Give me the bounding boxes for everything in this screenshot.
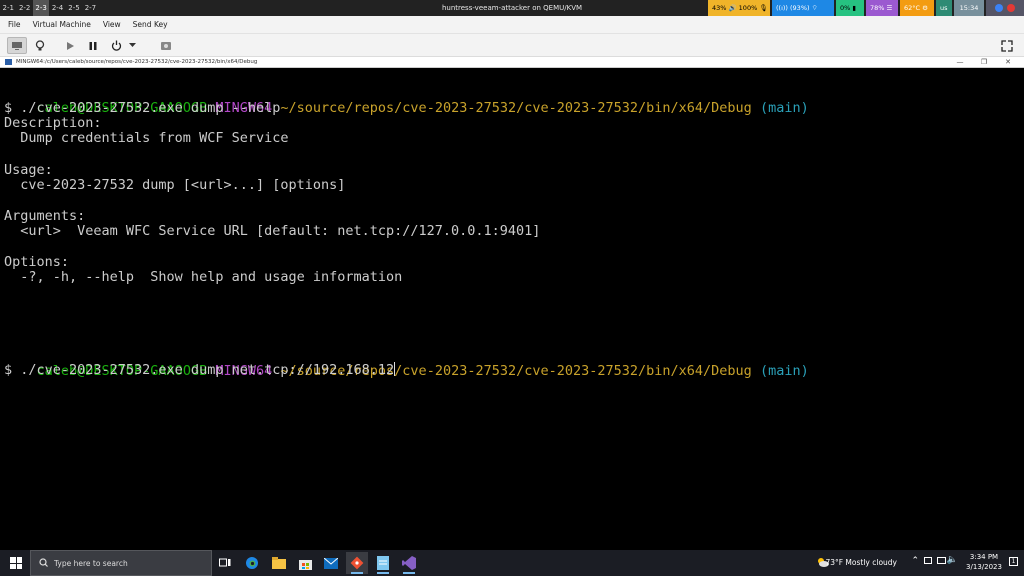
tray-icons xyxy=(986,0,1024,16)
battery-status[interactable]: 0% ▮ xyxy=(836,0,864,16)
output-line: <url> Veeam WFC Service URL [default: ne… xyxy=(4,223,541,239)
cpu-temp-status[interactable]: 62°C ⚙ xyxy=(900,0,934,16)
prompt-path: ~/source/repos/cve-2023-27532/cve-2023-2… xyxy=(280,100,752,116)
taskbar-search[interactable]: Type here to search xyxy=(30,550,212,576)
notepad-icon[interactable] xyxy=(372,552,394,574)
visual-studio-icon[interactable] xyxy=(398,552,420,574)
prompt-branch: (main) xyxy=(759,100,809,116)
pause-icon[interactable] xyxy=(83,37,103,54)
minimize-icon[interactable]: — xyxy=(948,57,972,67)
menu-file[interactable]: File xyxy=(0,20,25,29)
workspace-2-5[interactable]: 2-5 xyxy=(66,0,82,16)
output-line: -?, -h, --help Show help and usage infor… xyxy=(4,269,403,285)
output-line: Arguments: xyxy=(4,208,86,224)
taskbar-date[interactable]: 3/13/2023 xyxy=(964,563,1004,571)
start-button[interactable] xyxy=(10,557,22,569)
menu-view[interactable]: View xyxy=(95,20,125,29)
workspace-switcher: 2-1 2-2 2-3 2-4 2-5 2-7 xyxy=(0,0,99,16)
output-line: Dump credentials from WCF Service xyxy=(4,130,289,146)
notification-icon[interactable]: 1 xyxy=(1009,557,1018,566)
task-view-icon[interactable] xyxy=(214,552,236,574)
terminal-output[interactable]: caleb@DESKTOP-GAAOOGB MINGW64 ~/source/r… xyxy=(0,68,1024,550)
maximize-icon[interactable]: ❐ xyxy=(972,57,996,67)
weather-text[interactable]: 73°F Mostly cloudy xyxy=(825,558,897,567)
menu-send-key[interactable]: Send Key xyxy=(125,20,172,29)
windows-logo-icon xyxy=(10,557,16,563)
output-line: Description: xyxy=(4,115,102,131)
speaker-icon[interactable]: 🔈 xyxy=(947,555,958,565)
git-icon[interactable] xyxy=(346,552,368,574)
vm-menu-bar: File Virtual Machine View Send Key xyxy=(0,16,1024,34)
vm-toolbar xyxy=(0,34,1024,57)
search-icon xyxy=(39,557,48,569)
output-line: Usage: xyxy=(4,162,53,178)
chevron-up-icon[interactable]: ⌃ xyxy=(911,556,919,566)
clock-status[interactable]: 15:34 xyxy=(954,0,984,16)
workspace-2-7[interactable]: 2-7 xyxy=(82,0,98,16)
network-icon[interactable] xyxy=(924,557,932,564)
discord-icon[interactable] xyxy=(995,4,1003,12)
display-icon[interactable] xyxy=(937,557,946,564)
lightbulb-icon[interactable] xyxy=(30,37,50,54)
fullscreen-icon[interactable] xyxy=(997,37,1017,54)
terminal-titlebar: MINGW64:/c/Users/caleb/source/repos/cve-… xyxy=(0,57,1024,68)
memory-status[interactable]: 78% ☰ xyxy=(866,0,898,16)
command-line-1: $ ./cve-2023-27532.exe dump --help xyxy=(4,100,281,116)
app-tray-icon[interactable] xyxy=(1007,4,1015,12)
command-input[interactable]: $ ./cve-2023-27532.exe dump net.tcp://19… xyxy=(4,362,394,378)
store-icon[interactable] xyxy=(294,552,316,574)
close-icon[interactable]: ✕ xyxy=(996,57,1020,67)
keyboard-layout-status[interactable]: us xyxy=(936,0,952,16)
play-icon[interactable] xyxy=(60,37,80,54)
file-explorer-icon[interactable] xyxy=(268,552,290,574)
output-line: cve-2023-27532 dump [<url>...] [options] xyxy=(4,177,346,193)
volume-status[interactable]: 43% 🔊 100% 🎙 xyxy=(708,0,770,16)
terminal-title: MINGW64:/c/Users/caleb/source/repos/cve-… xyxy=(16,59,258,65)
output-line: Options: xyxy=(4,254,70,270)
mail-icon[interactable] xyxy=(320,552,342,574)
dropdown-arrow-icon[interactable] xyxy=(127,37,137,54)
command-line-2[interactable]: $ ./cve-2023-27532.exe dump net.tcp://19… xyxy=(4,362,396,378)
search-placeholder: Type here to search xyxy=(54,558,128,568)
taskbar-time[interactable]: 3:34 PM xyxy=(964,553,1004,561)
prompt-branch: (main) xyxy=(759,363,809,379)
screenshot-icon[interactable] xyxy=(156,37,176,54)
desktop-top-bar: 2-1 2-2 2-3 2-4 2-5 2-7 huntress-veeam-a… xyxy=(0,0,1024,16)
power-icon[interactable] xyxy=(106,37,126,54)
wifi-status[interactable]: ((ı)) (93%) ⌔ xyxy=(772,0,834,16)
monitor-icon[interactable] xyxy=(7,37,27,54)
mingw-icon xyxy=(5,59,12,65)
workspace-2-3[interactable]: 2-3 xyxy=(32,0,50,16)
windows-taskbar: Type here to search 73°F Mostly cloudy ⌃… xyxy=(0,550,1024,576)
workspace-2-4[interactable]: 2-4 xyxy=(49,0,65,16)
workspace-2-2[interactable]: 2-2 xyxy=(16,0,32,16)
status-blocks: 43% 🔊 100% 🎙 ((ı)) (93%) ⌔ 0% ▮ 78% ☰ 62… xyxy=(708,0,1024,16)
workspace-2-1[interactable]: 2-1 xyxy=(0,0,16,16)
edge-icon[interactable] xyxy=(241,552,263,574)
menu-virtual-machine[interactable]: Virtual Machine xyxy=(25,20,95,29)
text-cursor xyxy=(394,362,396,376)
